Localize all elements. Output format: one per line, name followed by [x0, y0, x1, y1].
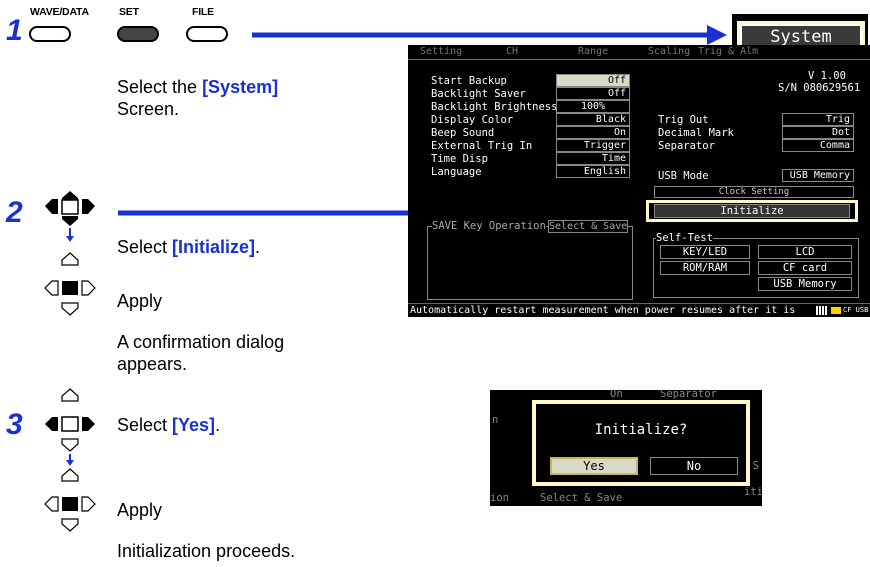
- self-test-cf-card-button[interactable]: CF card: [758, 261, 852, 275]
- setting-label: Backlight Brightness: [431, 101, 558, 113]
- confirm-dialog: Initialize? Yes No: [532, 400, 750, 486]
- step2-note: A confirmation dialog: [117, 332, 285, 352]
- time-disp-value[interactable]: Time: [556, 152, 630, 165]
- setting-label: Beep Sound: [431, 127, 495, 139]
- yes-target-label: [Yes]: [172, 415, 216, 435]
- dpad-apply-icon: [44, 468, 96, 532]
- beep-sound-value[interactable]: On: [556, 126, 630, 139]
- status-media-icons: CF USB: [843, 306, 869, 314]
- tab-range: Range: [578, 46, 609, 57]
- background-text: itia: [744, 486, 762, 498]
- step3-result: Initialization proceeds.: [117, 541, 296, 561]
- language-value[interactable]: English: [556, 165, 630, 178]
- yes-button[interactable]: Yes: [550, 457, 638, 475]
- setting-label: Language: [431, 166, 482, 178]
- status-battery-icon: [831, 307, 841, 314]
- display-color-value[interactable]: Black: [556, 113, 630, 126]
- setting-label: Separator: [658, 140, 715, 152]
- backlight-saver-value[interactable]: Off: [556, 87, 630, 100]
- status-message: Automatically restart measurement when p…: [410, 305, 796, 316]
- setting-label: Display Color: [431, 114, 514, 126]
- initialize-button[interactable]: Initialize: [654, 204, 850, 218]
- initialize-target-label: [Initialize]: [172, 237, 256, 257]
- confirm-dialog-title: Initialize?: [594, 422, 688, 438]
- separator-value[interactable]: Comma: [782, 139, 854, 152]
- setting-label: External Trig In: [431, 140, 533, 152]
- tab-trig-alm: Trig & Alm: [698, 46, 759, 57]
- usb-mode-label: USB Mode: [658, 170, 709, 182]
- backlight-brightness-value[interactable]: 100%: [556, 100, 630, 113]
- start-backup-value[interactable]: Off: [556, 74, 630, 87]
- step-number-3: 3: [6, 408, 23, 441]
- initialize-confirm-screen: On Separator n k S ion Select & Save iti…: [490, 390, 762, 506]
- background-text: Separator: [660, 390, 717, 400]
- system-tab-label: System: [770, 27, 832, 47]
- background-text: n: [492, 414, 499, 426]
- tab-setting: Setting: [420, 46, 463, 57]
- external-trig-value[interactable]: Trigger: [556, 139, 630, 152]
- save-key-value[interactable]: Select & Save: [548, 220, 628, 233]
- system-settings-screen: Setting CH Range Scaling Trig & Alm V 1.…: [408, 45, 870, 317]
- self-test-lcd-button[interactable]: LCD: [758, 245, 852, 259]
- step2-note-line2: appears.: [117, 354, 188, 374]
- self-test-key-led-button[interactable]: KEY/LED: [660, 245, 750, 259]
- setting-label: Trig Out: [658, 114, 709, 126]
- setting-label: Start Backup: [431, 75, 507, 87]
- clock-setting-button[interactable]: Clock Setting: [654, 186, 854, 198]
- status-signal-icon: [816, 306, 828, 315]
- tab-scaling: Scaling: [648, 46, 691, 57]
- self-test-rom-ram-button[interactable]: ROM/RAM: [660, 261, 750, 275]
- self-test-usb-memory-button[interactable]: USB Memory: [758, 277, 852, 291]
- step2-apply: Apply: [117, 291, 163, 311]
- step-number-2: 2: [6, 196, 23, 229]
- background-text: ion: [490, 492, 509, 504]
- setting-label: Backlight Saver: [431, 88, 526, 100]
- self-test-label: Self-Test: [656, 232, 713, 244]
- version-label: V 1.00: [808, 70, 846, 82]
- background-text: On: [610, 390, 623, 400]
- decimal-mark-value[interactable]: Dot: [782, 126, 854, 139]
- tab-ch: CH: [506, 46, 519, 57]
- status-icons: CF USB: [816, 305, 870, 316]
- save-key-label: SAVE Key Operation: [432, 220, 546, 232]
- dpad-apply-icon: [44, 252, 96, 316]
- step3-select-instruction: Select [Yes].: [117, 415, 221, 435]
- serial-number: S/N 080629561: [778, 82, 861, 94]
- step2-select-instruction: Select [Initialize].: [117, 237, 261, 257]
- step3-apply: Apply: [117, 500, 163, 520]
- usb-mode-value[interactable]: USB Memory: [782, 169, 854, 182]
- background-text: Select & Save: [540, 492, 623, 504]
- setting-label: Decimal Mark: [658, 127, 734, 139]
- save-key-group: [427, 226, 633, 300]
- no-button[interactable]: No: [650, 457, 738, 475]
- trig-out-value[interactable]: Trig: [782, 113, 854, 126]
- setting-label: Time Disp: [431, 153, 488, 165]
